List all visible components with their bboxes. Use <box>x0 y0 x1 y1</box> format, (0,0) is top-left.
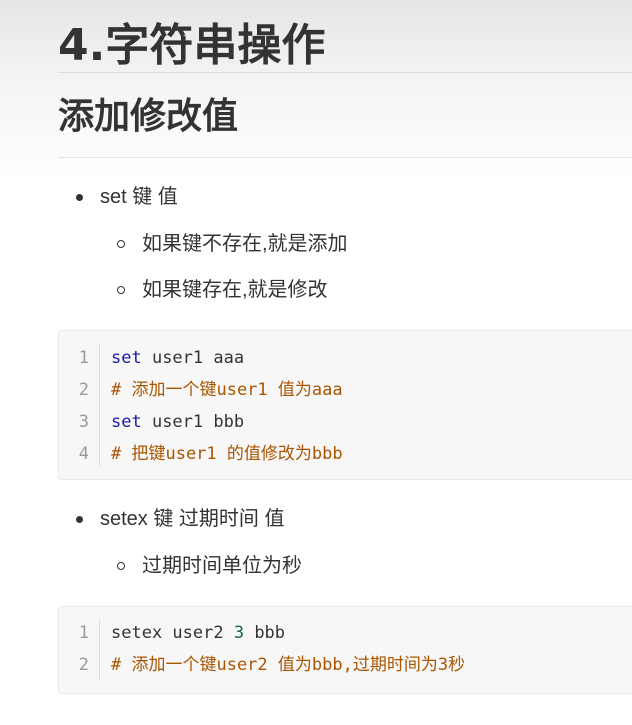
code-line: 1 setex user2 3 bbb <box>59 617 632 649</box>
code-line: 3 set user1 bbb <box>59 406 632 438</box>
document-body: 4.字符串操作 添加修改值 set 键 值 如果键不存在,就是添加 如果键存在,… <box>58 0 632 694</box>
heading-2: 添加修改值 <box>58 73 632 158</box>
code-line: 2 # 添加一个键user1 值为aaa <box>59 374 632 406</box>
sub-list-1: 如果键不存在,就是添加 如果键存在,就是修改 <box>58 231 632 303</box>
code-block-1[interactable]: 1 set user1 aaa 2 # 添加一个键user1 值为aaa 3 s… <box>58 330 632 480</box>
code-block-2[interactable]: 1 setex user2 3 bbb 2 # 添加一个键user2 值为bbb… <box>58 606 632 694</box>
code-line: 2 # 添加一个键user2 值为bbb,过期时间为3秒 <box>59 649 632 681</box>
sub-item-text: 如果键存在,就是修改 <box>142 279 328 301</box>
code-text: user1 bbb <box>141 412 245 432</box>
sub-item-text: 过期时间单位为秒 <box>142 555 302 577</box>
sub-list-item: 如果键不存在,就是添加 <box>58 231 632 257</box>
code-keyword: set <box>111 348 142 368</box>
bullet-list-1: set 键 值 <box>58 184 632 210</box>
code-line: 4 # 把键user1 的值修改为bbb <box>59 438 632 470</box>
bullet-text: setex 键 过期时间 值 <box>100 508 285 530</box>
line-number: 2 <box>78 655 89 675</box>
sub-list-item: 如果键存在,就是修改 <box>58 277 632 303</box>
code-keyword: set <box>111 412 142 432</box>
code-line: 1 set user1 aaa <box>59 342 632 374</box>
code-text: user1 aaa <box>141 348 245 368</box>
list-item: setex 键 过期时间 值 <box>58 506 632 532</box>
bullet-text: set 键 值 <box>100 186 178 208</box>
sub-item-text: 如果键不存在,就是添加 <box>142 233 348 255</box>
code-comment: # 添加一个键user1 值为aaa <box>111 380 343 400</box>
line-number: 4 <box>78 444 89 464</box>
line-number: 2 <box>78 380 89 400</box>
bullet-dot-icon <box>76 516 83 523</box>
code-number: 3 <box>233 623 245 643</box>
heading-1: 4.字符串操作 <box>58 0 632 73</box>
code-text: setex user2 <box>111 623 234 643</box>
circle-bullet-icon <box>117 562 125 570</box>
line-number: 1 <box>78 348 89 368</box>
code-text: bbb <box>244 623 286 643</box>
sub-list-item: 过期时间单位为秒 <box>58 553 632 579</box>
line-number: 3 <box>78 412 89 432</box>
circle-bullet-icon <box>117 286 125 294</box>
circle-bullet-icon <box>117 240 125 248</box>
bullet-dot-icon <box>76 194 83 201</box>
bullet-list-2: setex 键 过期时间 值 <box>58 506 632 532</box>
code-comment: # 添加一个键user2 值为bbb,过期时间为3秒 <box>111 655 466 675</box>
line-number: 1 <box>78 623 89 643</box>
list-item: set 键 值 <box>58 184 632 210</box>
sub-list-2: 过期时间单位为秒 <box>58 553 632 579</box>
code-comment: # 把键user1 的值修改为bbb <box>111 444 343 464</box>
